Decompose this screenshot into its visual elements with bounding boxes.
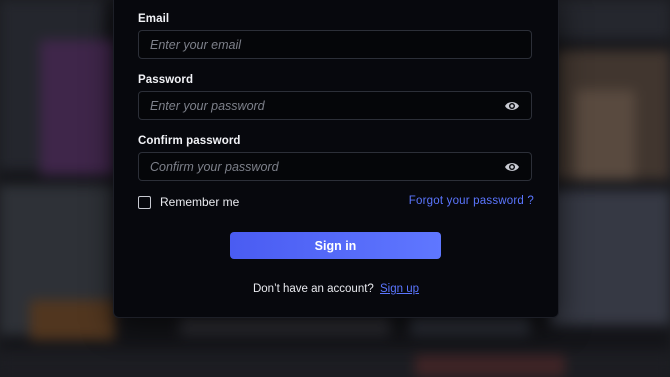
signup-prompt: Don’t have an account? <box>252 283 374 295</box>
signup-line: Don’t have an account? Sign up <box>114 283 558 295</box>
password-field-wrapper <box>138 91 532 120</box>
email-field[interactable] <box>139 31 531 58</box>
remember-me[interactable]: Remember me <box>138 195 239 209</box>
confirm-password-field[interactable] <box>139 153 531 180</box>
remember-me-label: Remember me <box>160 195 240 209</box>
confirm-password-label: Confirm password <box>138 135 241 147</box>
email-label: Email <box>138 13 170 25</box>
email-field-wrapper <box>138 30 532 59</box>
password-field[interactable] <box>139 92 531 119</box>
sign-in-button[interactable]: Sign in <box>230 232 441 259</box>
confirm-password-field-wrapper <box>138 152 532 181</box>
remember-me-checkbox[interactable] <box>138 195 151 209</box>
password-label: Password <box>138 74 194 86</box>
sign-up-link[interactable]: Sign up <box>380 283 419 295</box>
sign-in-card: Email Password Confirm password Remember… <box>113 0 559 318</box>
forgot-password-link[interactable]: Forgot your password ? <box>409 195 534 207</box>
eye-icon[interactable] <box>504 160 520 174</box>
eye-icon[interactable] <box>504 99 520 113</box>
